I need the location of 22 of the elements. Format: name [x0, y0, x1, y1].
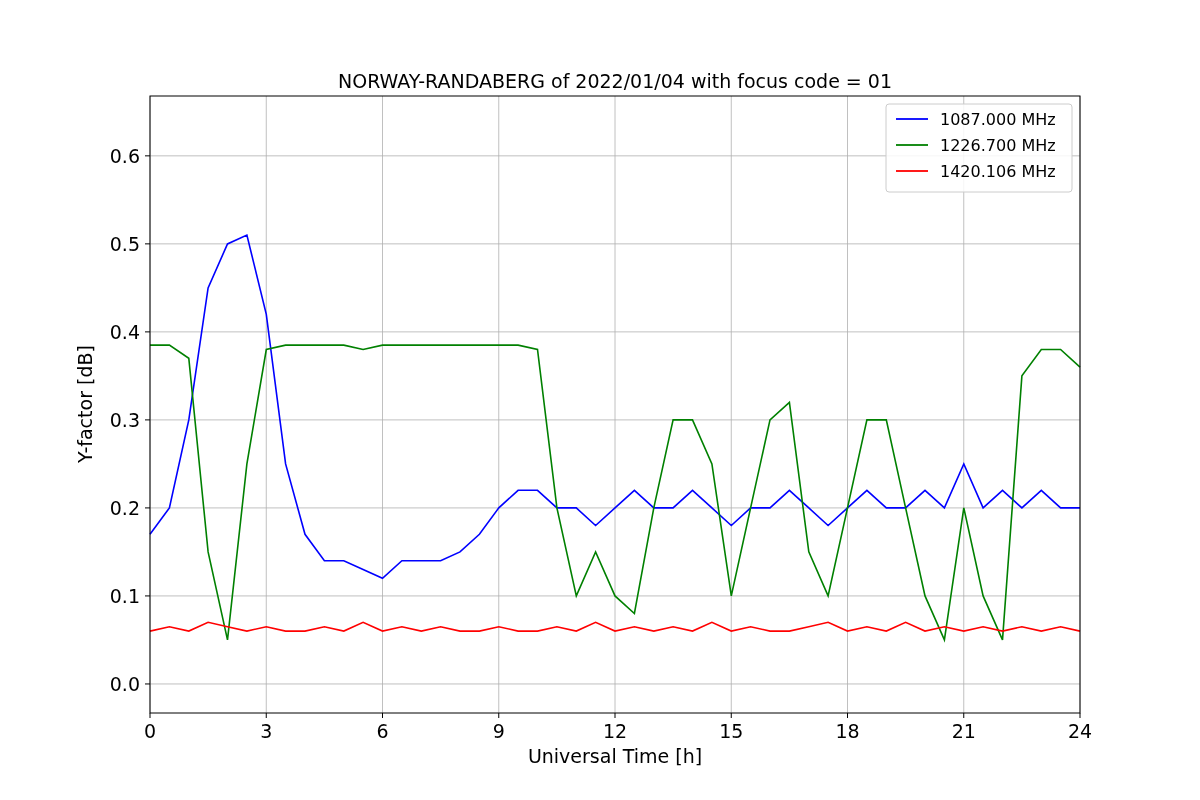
y-tick-label: 0.4	[109, 320, 140, 343]
x-tick-label: 18	[835, 720, 860, 742]
y-tick-label: 0.1	[109, 584, 140, 607]
x-tick-label: 15	[719, 720, 744, 742]
x-tick-label: 24	[1067, 720, 1093, 742]
y-tick-label: 0.5	[109, 232, 140, 255]
x-tick-label: 3	[260, 720, 273, 742]
y-tick-label: 0.2	[109, 496, 140, 519]
y-tick-label: 0.6	[109, 144, 140, 167]
legend-label: 1420.106 MHz	[940, 162, 1056, 181]
legend-label: 1087.000 MHz	[940, 110, 1056, 129]
y-tick-label: 0.0	[109, 672, 140, 695]
x-tick-label: 0	[143, 720, 157, 742]
x-tick-label: 21	[951, 720, 976, 742]
x-tick-label: 6	[376, 720, 389, 742]
x-tick-label: 9	[492, 720, 505, 742]
y-tick-label: 0.3	[109, 408, 140, 431]
chart-title: NORWAY-RANDABERG of 2022/01/04 with focus code = 01	[338, 70, 892, 92]
x-axis-label: Universal Time [h]	[527, 745, 703, 767]
y-axis-label: Y-factor [dB]	[74, 345, 96, 463]
x-tick-label: 12	[602, 720, 628, 742]
legend-label: 1226.700 MHz	[940, 136, 1056, 155]
